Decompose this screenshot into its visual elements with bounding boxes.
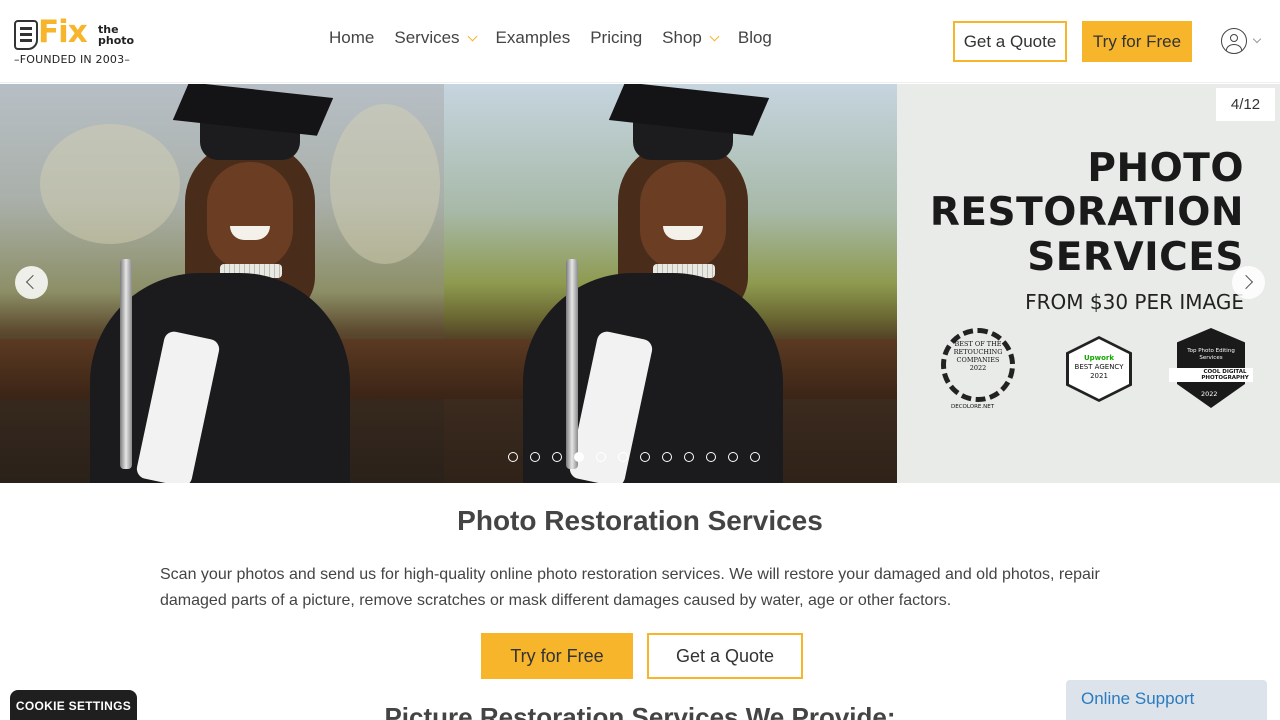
logo-founded: –FOUNDED IN 2003– (14, 53, 131, 66)
try-free-button[interactable]: Try for Free (481, 633, 633, 679)
nav-item-home[interactable]: Home (329, 28, 374, 48)
nav-label: Shop (662, 28, 702, 47)
header-get-quote-button[interactable]: Get a Quote (953, 21, 1067, 62)
header-try-free-button[interactable]: Try for Free (1082, 21, 1192, 62)
nav-item-services[interactable]: Services (394, 28, 477, 48)
get-quote-button[interactable]: Get a Quote (647, 633, 803, 679)
slider-dot[interactable] (530, 452, 540, 462)
slider-dot[interactable] (596, 452, 606, 462)
slider-dot[interactable] (574, 452, 584, 462)
promo-line-3: SERVICES (1027, 235, 1244, 280)
promo-line-2: RESTORATION (929, 190, 1244, 235)
slider-prev-arrow-icon[interactable] (15, 266, 48, 299)
online-support-button[interactable]: Online Support (1066, 680, 1267, 720)
nav-item-shop[interactable]: Shop (662, 28, 720, 48)
chevron-down-icon[interactable] (1252, 34, 1262, 44)
badge-upwork: Upwork BEST AGENCY 2021 (1054, 328, 1144, 416)
user-account-icon[interactable] (1221, 28, 1247, 54)
nav-item-examples[interactable]: Examples (496, 28, 571, 48)
promo-price: FROM $30 PER IMAGE (1025, 290, 1244, 314)
slider-dot[interactable] (728, 452, 738, 462)
promo-line-1: PHOTO (1087, 146, 1244, 191)
badge-cool-digital: Top Photo Editing Services COOL DIGITAL … (1165, 328, 1255, 416)
slide-counter: 4/12 (1216, 88, 1275, 121)
after-photo (444, 84, 897, 483)
slider-dot[interactable] (706, 452, 716, 462)
logo-mark-icon (14, 20, 38, 50)
slider-dot[interactable] (618, 452, 628, 462)
slider-next-arrow-icon[interactable] (1232, 266, 1265, 299)
site-header: Fix the photo –FOUNDED IN 2003– Home Ser… (0, 0, 1280, 83)
badge-caption: BEST AGENCY 2021 (1074, 363, 1124, 380)
badge-year: 2022 (1201, 390, 1218, 398)
before-photo (0, 84, 444, 483)
badge-ribbon: COOL DIGITAL PHOTOGRAPHY (1201, 369, 1249, 381)
slider-dot[interactable] (552, 452, 562, 462)
badge-text: BEST OF THE RETOUCHING COMPANIES 2022 (953, 340, 1003, 372)
page-title: Photo Restoration Services (457, 505, 823, 536)
logo-brand: Fix (38, 14, 88, 50)
badge-foot: DECOLORE.NET (951, 404, 995, 410)
nav-item-pricing[interactable]: Pricing (590, 28, 642, 48)
badge-text: Upwork BEST AGENCY 2021 (1066, 354, 1132, 381)
nav-label: Blog (737, 28, 772, 47)
upwork-logo: Upwork (1083, 354, 1115, 362)
slider-dots (508, 452, 760, 462)
nav-label: Services (394, 28, 460, 47)
slider-dot[interactable] (508, 452, 518, 462)
chevron-down-icon (467, 31, 477, 41)
nav-label: Home (329, 28, 375, 47)
badge-text: Top Photo Editing Services (1187, 348, 1235, 361)
slider-dot[interactable] (662, 452, 672, 462)
promo-panel: PHOTO RESTORATION SERVICES FROM $30 PER … (897, 84, 1280, 483)
nav-item-blog[interactable]: Blog (738, 28, 772, 48)
chevron-down-icon (709, 31, 720, 41)
slider-dot[interactable] (684, 452, 694, 462)
logo-sub: the photo (98, 23, 135, 47)
hero-slider: PHOTO RESTORATION SERVICES FROM $30 PER … (0, 84, 1280, 483)
page-description: Scan your photos and send us for high-qu… (160, 566, 1100, 609)
badge-best-retouching: BEST OF THE RETOUCHING COMPANIES 2022 DE… (933, 328, 1023, 416)
logo-founded-text: FOUNDED IN 2003 (19, 53, 125, 66)
site-logo[interactable]: Fix the photo –FOUNDED IN 2003– (14, 14, 134, 68)
main-nav: Home Services Examples Pricing Shop Blog (329, 28, 792, 48)
nav-label: Pricing (590, 28, 643, 47)
nav-label: Examples (495, 28, 571, 47)
slider-dot[interactable] (640, 452, 650, 462)
slider-dot[interactable] (750, 452, 760, 462)
cookie-settings-button[interactable]: COOKIE SETTINGS (10, 690, 137, 720)
